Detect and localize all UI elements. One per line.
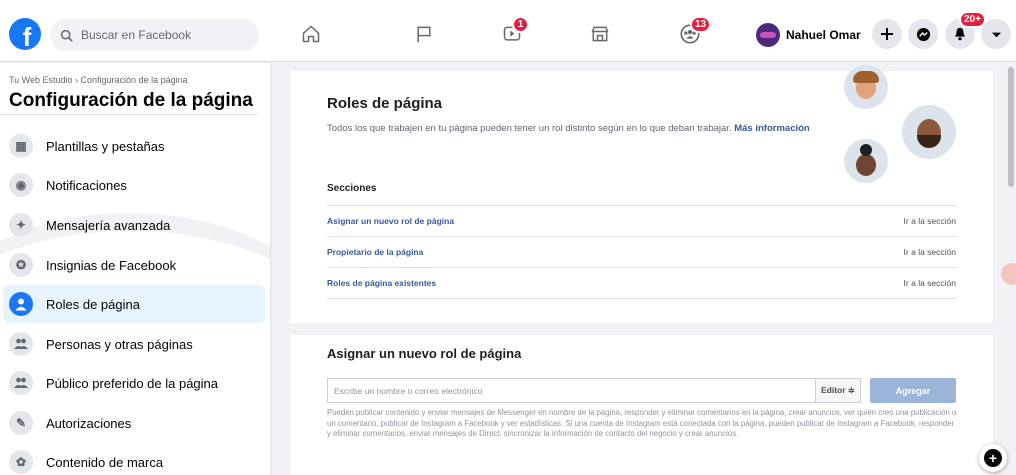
watch-icon[interactable]: 1: [500, 16, 529, 46]
sidebar-item-label: Mensajería avanzada: [46, 217, 171, 233]
face-shape: [856, 154, 876, 176]
assign-role-title: Asignar un nuevo rol de página: [327, 346, 522, 361]
sidebar-item-label: Roles de página: [46, 296, 140, 312]
sidebar-item-authorizations[interactable]: ✎ Autorizaciones: [3, 404, 265, 442]
plus-icon: [881, 28, 893, 40]
new-message-button[interactable]: +: [979, 444, 1007, 472]
top-navigation-bar: f 1 13 Nahuel Omar 20+: [0, 0, 1016, 62]
sidebar-item-label: Personas y otras páginas: [46, 336, 193, 352]
notifications-badge: 20+: [959, 11, 986, 28]
badge-icon: ✪: [9, 253, 33, 277]
grid-icon: ▦: [9, 134, 33, 158]
facebook-logo[interactable]: f: [9, 18, 41, 50]
role-select[interactable]: Editor ≑: [815, 378, 861, 403]
sidebar-item-label: Contenido de marca: [46, 454, 164, 470]
card-separator: [290, 323, 993, 335]
divider: [0, 114, 258, 115]
sections-label: Secciones: [327, 183, 377, 194]
sidebar-item-label: Plantillas y pestañas: [46, 138, 165, 154]
floating-indicator: [1001, 263, 1016, 285]
description-text: Todos los que trabajen en tu página pued…: [327, 123, 732, 134]
marketplace-icon[interactable]: [588, 22, 612, 46]
more-info-link[interactable]: Más información: [734, 123, 810, 134]
create-button[interactable]: [872, 19, 902, 49]
beard-shape: [917, 135, 941, 148]
goto-section-link[interactable]: Ir a la sección: [904, 216, 956, 226]
people-icon: [9, 332, 33, 356]
globe-icon: ◉: [9, 173, 33, 197]
avatar: [756, 23, 780, 47]
messenger-button[interactable]: [908, 19, 938, 49]
person-icon: [9, 292, 33, 316]
settings-sidebar: Tu Web Estudio › Configuración de la pág…: [0, 63, 270, 475]
sidebar-item-advanced-messaging[interactable]: ✦ Mensajería avanzada: [3, 206, 265, 244]
section-row[interactable]: Asignar un nuevo rol de página Ir a la s…: [327, 205, 956, 236]
search-box[interactable]: [50, 19, 259, 51]
sidebar-item-label: Autorizaciones: [46, 415, 132, 431]
sidebar-item-notifications[interactable]: ◉ Notificaciones: [3, 166, 265, 204]
person-illustration: [844, 65, 888, 109]
page-roles-card: Roles de página Todos los que trabajen e…: [290, 65, 993, 475]
sidebar-item-preferred-audience[interactable]: Público preferido de la página: [3, 364, 265, 402]
breadcrumb: Tu Web Estudio › Configuración de la pág…: [9, 75, 188, 85]
groups-icon[interactable]: 13: [678, 16, 712, 46]
sidebar-item-label: Notificaciones: [46, 177, 127, 193]
search-input[interactable]: [81, 28, 231, 42]
bell-icon: [955, 27, 965, 41]
sidebar-item-label: Insignias de Facebook: [46, 257, 177, 273]
divider: [327, 298, 956, 299]
section-link[interactable]: Propietario de la página: [327, 247, 423, 257]
goto-section-link[interactable]: Ir a la sección: [904, 247, 956, 257]
profile-shortcut[interactable]: Nahuel Omar: [756, 21, 861, 49]
name-or-email-input[interactable]: [327, 378, 815, 403]
sidebar-item-facebook-badges[interactable]: ✪ Insignias de Facebook: [3, 246, 265, 284]
account-menu-button[interactable]: [981, 19, 1011, 49]
person-illustration: [844, 139, 888, 183]
plus-icon: +: [984, 449, 1002, 467]
scrollbar-thumb[interactable]: [1008, 67, 1014, 187]
sidebar-item-page-roles[interactable]: Roles de página: [3, 285, 265, 323]
groups-badge: 13: [690, 16, 712, 33]
section-title: Roles de página: [327, 95, 443, 112]
person-illustration: [902, 105, 956, 159]
section-description: Todos los que trabajen en tu página pued…: [327, 122, 817, 135]
messenger-icon: ✦: [9, 213, 33, 237]
flag-icon[interactable]: [412, 22, 436, 46]
search-icon: [60, 29, 73, 42]
goto-section-link[interactable]: Ir a la sección: [904, 278, 956, 288]
people-icon: [9, 371, 33, 395]
section-row[interactable]: Roles de página existentes Ir a la secci…: [327, 267, 956, 298]
messenger-icon: [916, 27, 930, 41]
notifications-button[interactable]: 20+: [945, 11, 986, 49]
section-link[interactable]: Roles de página existentes: [327, 278, 436, 288]
wrench-icon: ✎: [9, 411, 33, 435]
watch-badge: 1: [512, 16, 529, 33]
hair-shape: [853, 71, 879, 83]
sidebar-item-templates[interactable]: ▦ Plantillas y pestañas: [3, 127, 265, 165]
handshake-icon: ✿: [9, 450, 33, 474]
profile-name: Nahuel Omar: [786, 28, 861, 42]
sidebar-item-label: Público preferido de la página: [46, 375, 219, 391]
logo-letter: f: [22, 22, 32, 50]
hair-shape: [860, 144, 872, 156]
page-title: Configuración de la página: [9, 90, 253, 111]
sidebar-item-branded-content[interactable]: ✿ Contenido de marca: [3, 443, 265, 475]
sidebar-item-people-pages[interactable]: Personas y otras páginas: [3, 325, 265, 363]
add-role-button[interactable]: Agregar: [870, 378, 956, 403]
section-link[interactable]: Asignar un nuevo rol de página: [327, 216, 454, 226]
home-icon[interactable]: [299, 22, 323, 46]
role-help-text: Pueden publicar contenido y enviar mensa…: [327, 408, 957, 438]
section-row[interactable]: Propietario de la página Ir a la sección: [327, 236, 956, 267]
chevron-down-icon: [991, 32, 1001, 37]
